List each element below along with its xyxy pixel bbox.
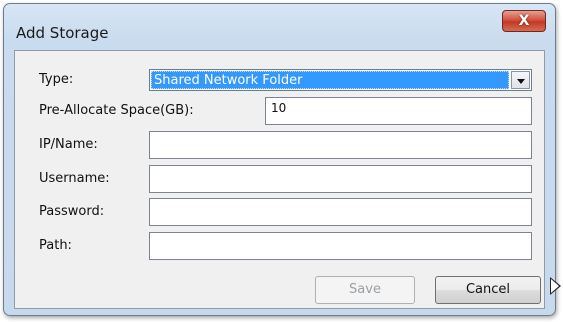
type-label: Type: — [39, 72, 74, 87]
ip-name-label: IP/Name: — [39, 137, 98, 152]
password-label: Password: — [39, 204, 105, 219]
add-storage-dialog: Add Storage X Type: Shared Network Folde… — [3, 3, 556, 316]
preallocate-label: Pre-Allocate Space(GB): — [39, 103, 194, 118]
type-selected-value: Shared Network Folder — [151, 71, 509, 89]
close-button[interactable]: X — [502, 10, 546, 32]
chevron-down-icon[interactable] — [511, 71, 530, 89]
mouse-cursor-icon — [550, 277, 561, 295]
username-label: Username: — [39, 171, 110, 186]
password-input[interactable] — [149, 198, 532, 226]
ip-name-input[interactable] — [149, 131, 532, 159]
close-icon: X — [518, 13, 530, 29]
preallocate-input[interactable]: 10 — [265, 97, 532, 125]
save-button[interactable]: Save — [315, 276, 415, 304]
dialog-title: Add Storage — [16, 24, 109, 42]
type-select[interactable]: Shared Network Folder — [149, 69, 532, 91]
path-label: Path: — [39, 238, 72, 253]
dialog-body: Type: Shared Network Folder Pre-Allocate… — [14, 50, 545, 309]
username-input[interactable] — [149, 165, 532, 193]
cancel-button[interactable]: Cancel — [435, 276, 541, 304]
path-input[interactable] — [149, 232, 532, 260]
